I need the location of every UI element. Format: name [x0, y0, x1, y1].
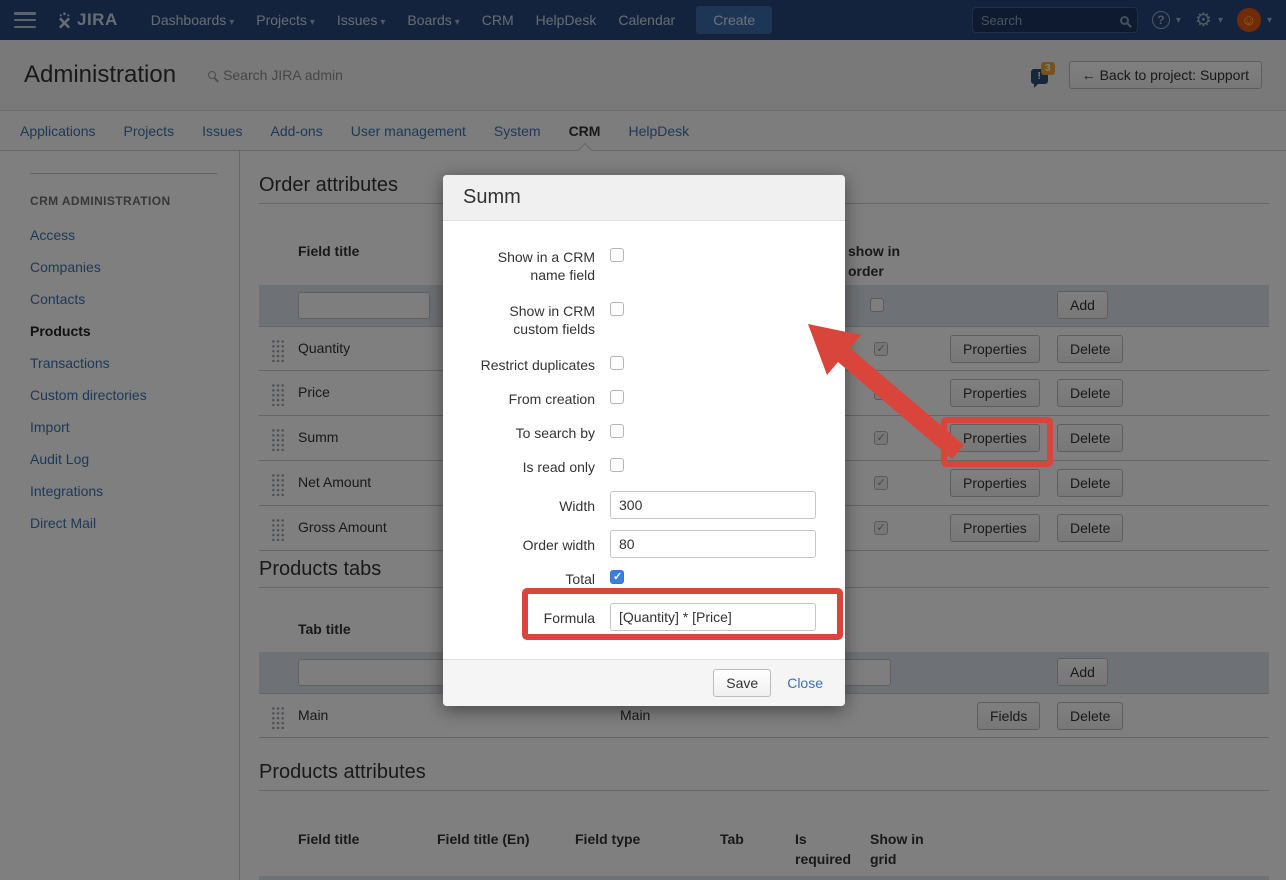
modal-form: Show in a CRM name field Show in CRM cus…	[443, 221, 845, 643]
width-input[interactable]	[610, 491, 816, 519]
total-checkbox[interactable]	[610, 570, 624, 584]
field-label: Show in a CRM name field	[463, 247, 595, 284]
modal-dialog: Summ Show in a CRM name field Show in CR…	[443, 175, 845, 706]
restrict-duplicates-checkbox[interactable]	[610, 356, 624, 370]
modal-footer: Save Close	[443, 659, 845, 706]
field-label: Total	[463, 569, 595, 588]
field-label: Formula	[463, 603, 595, 627]
is-read-only-checkbox[interactable]	[610, 458, 624, 472]
from-creation-checkbox[interactable]	[610, 390, 624, 404]
close-link[interactable]: Close	[787, 675, 823, 691]
field-label: Show in CRM custom fields	[463, 301, 595, 338]
show-in-crm-name-field-checkbox[interactable]	[610, 248, 624, 262]
field-label: Is read only	[463, 457, 595, 476]
modal-title: Summ	[463, 186, 521, 209]
field-label: To search by	[463, 423, 595, 442]
field-label: Width	[463, 491, 595, 515]
field-label: From creation	[463, 389, 595, 408]
formula-input[interactable]	[610, 603, 816, 631]
field-label: Restrict duplicates	[463, 355, 595, 374]
field-label: Order width	[463, 530, 595, 554]
to-search-by-checkbox[interactable]	[610, 424, 624, 438]
save-button[interactable]: Save	[713, 669, 771, 697]
show-in-crm-custom-fields-checkbox[interactable]	[610, 302, 624, 316]
app-window: JIRA Dashboards▾ Projects▾ Issues▾ Board…	[0, 0, 1286, 880]
modal-header: Summ	[443, 175, 845, 221]
order-width-input[interactable]	[610, 530, 816, 558]
